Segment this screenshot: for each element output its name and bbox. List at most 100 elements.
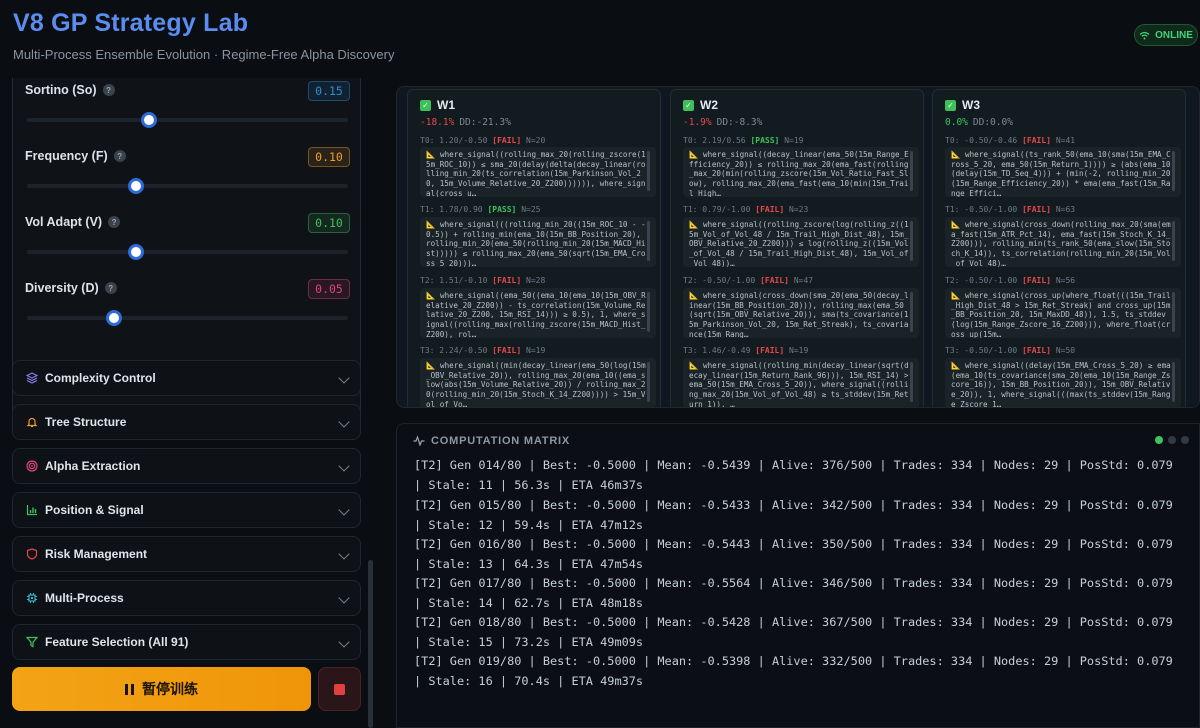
layers-icon (26, 372, 38, 384)
chevron-down-icon (338, 372, 350, 384)
frequency-slider[interactable] (27, 178, 348, 194)
chevron-down-icon (338, 504, 350, 516)
scrollbar[interactable] (647, 221, 650, 261)
log-line: [T2] Gen 014/80 | Best: -0.5000 | Mean: … (414, 458, 1173, 492)
app-subtitle: Multi-Process Ensemble Evolution · Regim… (13, 47, 395, 62)
scrollbar[interactable] (1172, 362, 1175, 402)
param-value: 0.10 (308, 213, 350, 233)
section-label: Position & Signal (45, 503, 144, 517)
tier-header: T0: 1.20/-0.50 [FAIL] N=20 (420, 136, 546, 145)
scrollbar[interactable] (1172, 292, 1175, 332)
help-icon[interactable]: ? (108, 216, 121, 228)
log-line: [T2] Gen 018/80 | Best: -0.5000 | Mean: … (414, 615, 1173, 649)
log-line: [T2] Gen 015/80 | Best: -0.5000 | Mean: … (414, 498, 1173, 532)
section-label: Complexity Control (45, 371, 156, 385)
scrollbar[interactable] (910, 362, 913, 402)
stop-icon (334, 683, 345, 695)
scrollbar[interactable] (647, 292, 650, 332)
app-title: V8 GP Strategy Lab (13, 9, 249, 37)
expression-box[interactable]: 📐 where_signal(cross_down(sma_20(ema_50(… (683, 288, 919, 338)
chevron-down-icon (338, 636, 350, 648)
tier-header: T1: -0.50/-1.00 [FAIL] N=63 (945, 205, 1076, 214)
log-line: [T2] Gen 017/80 | Best: -0.5000 | Mean: … (414, 576, 1173, 610)
expression-box[interactable]: 📐 where_signal((rolling_max_20(rolling_z… (420, 147, 656, 197)
worker-drawdown: DD:-21.3% (459, 117, 511, 128)
tier-header: T0: -0.50/-0.46 [FAIL] N=41 (945, 136, 1076, 145)
matrix-title: COMPUTATION MATRIX (431, 435, 571, 447)
shield-icon (26, 548, 38, 560)
vol-adapt-slider[interactable] (27, 244, 348, 260)
online-status-badge: ONLINE (1134, 24, 1198, 46)
scrollbar[interactable] (1172, 151, 1175, 191)
expression-box[interactable]: 📐 where_signal((ts_rank_50(ema_10(sma(15… (945, 147, 1181, 197)
scrollbar[interactable] (647, 362, 650, 402)
check-icon: ✓ (420, 99, 431, 111)
help-icon[interactable]: ? (102, 84, 115, 96)
target-icon (26, 460, 38, 472)
sidebar-scrollbar[interactable] (368, 560, 373, 728)
slider-thumb[interactable] (128, 178, 145, 194)
workers-panel: ✓ W1 -18.1% DD:-21.3% T0: 1.20/-0.50 [FAIL… (396, 86, 1200, 408)
expression-box[interactable]: 📐 where_signal((ema_50((ema_10(ema_10(15… (420, 288, 656, 338)
filter-icon (26, 636, 38, 648)
worker-name: W1 (437, 98, 455, 112)
expression-box[interactable]: 📐 where_signal(((rolling_min_20((15m_ROC… (420, 217, 656, 267)
pause-icon (125, 683, 134, 695)
tier-header: T2: -0.50/-1.00 [FAIL] N=47 (683, 276, 814, 285)
expression-box[interactable]: 📐 where_signal(cross_up(where_float(((15… (945, 288, 1181, 338)
worker-drawdown: DD:0.0% (972, 117, 1013, 128)
section-feature-selection[interactable]: Feature Selection (All 91) (12, 624, 361, 660)
slider-thumb[interactable] (128, 244, 145, 260)
expression-box[interactable]: 📐 where_signal((rolling_zscore(log(rolli… (683, 217, 919, 267)
stop-button[interactable] (318, 667, 361, 711)
chevron-down-icon (338, 416, 350, 428)
section-tree-structure[interactable]: Tree Structure (12, 404, 361, 440)
status-dot (1155, 436, 1163, 444)
tier-header: T1: 0.79/-1.00 [FAIL] N=23 (683, 205, 809, 214)
worker-card-w1: ✓ W1 -18.1% DD:-21.3% T0: 1.20/-0.50 [FAIL… (407, 89, 661, 407)
tier-header: T2: -0.50/-1.00 [FAIL] N=56 (945, 276, 1076, 285)
help-icon[interactable]: ? (104, 282, 117, 294)
param-label: Diversity (D) (25, 281, 99, 295)
expression-box[interactable]: 📐 where_signal((min(decay_linear(ema_50(… (420, 358, 656, 407)
section-label: Feature Selection (All 91) (45, 635, 189, 649)
section-label: Multi-Process (45, 591, 124, 605)
scrollbar[interactable] (910, 292, 913, 332)
expression-box[interactable]: 📐 where_signal((rolling_min(decay_linear… (683, 358, 919, 407)
status-dot (1181, 436, 1189, 444)
section-complexity-control[interactable]: Complexity Control (12, 360, 361, 396)
log-line: [T2] Gen 019/80 | Best: -0.5000 | Mean: … (414, 654, 1173, 688)
help-icon[interactable]: ? (113, 150, 126, 162)
scrollbar[interactable] (910, 151, 913, 191)
scrollbar[interactable] (910, 221, 913, 261)
tier-header: T2: 1.51/-0.10 [FAIL] N=28 (420, 276, 546, 285)
section-multi-process[interactable]: Multi-Process (12, 580, 361, 616)
check-icon: ✓ (945, 99, 956, 111)
section-risk-management[interactable]: Risk Management (12, 536, 361, 572)
param-value: 0.10 (308, 147, 350, 167)
cpu-icon (26, 592, 38, 604)
worker-return: -1.9% (683, 117, 712, 128)
section-alpha-extraction[interactable]: Alpha Extraction (12, 448, 361, 484)
slider-thumb[interactable] (140, 112, 157, 128)
tier-header: T3: 2.24/-0.50 [FAIL] N=19 (420, 346, 546, 355)
pause-training-button[interactable]: 暂停训练 (12, 667, 311, 711)
scrollbar[interactable] (1172, 221, 1175, 261)
chevron-down-icon (338, 592, 350, 604)
param-label: Sortino (So) (25, 83, 97, 97)
expression-box[interactable]: 📐 where_signal((decay_linear(ema_50(15m_… (683, 147, 919, 197)
chevron-down-icon (338, 460, 350, 472)
log-line: [T2] Gen 016/80 | Best: -0.5000 | Mean: … (414, 537, 1173, 571)
section-position-signal[interactable]: Position & Signal (12, 492, 361, 528)
wifi-icon (1139, 31, 1150, 39)
sidebar: Sortino (So)? 0.15 Frequency (F)? 0.10 V… (0, 78, 380, 728)
expression-box[interactable]: 📐 where_signal((delay(15m_EMA_Cross_5_20… (945, 358, 1181, 407)
worker-name: W2 (700, 98, 718, 112)
sortino-slider[interactable] (27, 112, 348, 128)
activity-icon (413, 436, 425, 446)
diversity-slider[interactable] (27, 310, 348, 326)
scrollbar[interactable] (647, 151, 650, 191)
slider-thumb[interactable] (105, 310, 122, 326)
expression-box[interactable]: 📐 where_signal(cross_down(rolling_max_20… (945, 217, 1181, 267)
worker-card-w2: ✓ W2 -1.9% DD:-8.3% T0: 2.19/0.56 [PASS] N… (670, 89, 924, 407)
